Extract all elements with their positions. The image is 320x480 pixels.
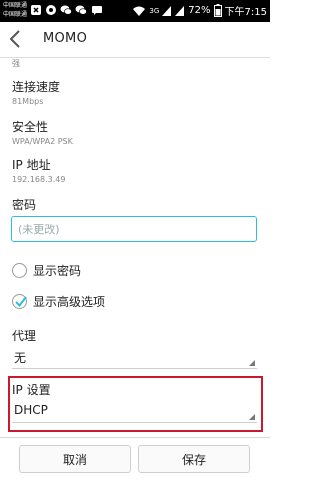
show-advanced-label: 显示高级选项 [33, 295, 106, 309]
password-input[interactable] [12, 217, 256, 241]
password-label: 密码 [12, 198, 37, 212]
ip-address-value: 192.168.3.49 [12, 175, 66, 184]
back-arrow-icon[interactable] [8, 29, 22, 49]
clock: 下午7:15 [224, 7, 267, 18]
notification-icon [46, 5, 56, 15]
status-right: 3G 72% 下午7:15 [132, 3, 267, 18]
status-bar: 中国联通 中国联通 3G 72% 下午7:15 [0, 0, 270, 22]
link-speed-label: 连接速度 [12, 80, 61, 94]
wechat-icon [60, 5, 72, 15]
action-bar: MOMO [0, 22, 270, 58]
carrier-1: 中国联通 [3, 2, 28, 9]
link-speed-value: 81Mbps [12, 97, 44, 106]
show-password-checkbox[interactable]: 显示密码 [12, 262, 81, 279]
dropdown-corner-icon [249, 360, 255, 366]
usb-icon [31, 5, 41, 15]
battery-percent: 72% [188, 5, 211, 16]
security-value: WPA/WPA2 PSK [12, 137, 73, 146]
network-type: 3G [149, 6, 160, 15]
signal-strength-value: 强 [12, 59, 20, 68]
carrier-labels: 中国联通 中国联通 [3, 1, 27, 19]
signal-icon [162, 5, 172, 16]
message-icon [92, 6, 102, 15]
password-field[interactable] [11, 216, 257, 242]
ip-address-label: IP 地址 [12, 158, 51, 172]
button-bar: 取消 保存 [0, 437, 270, 480]
wechat-icon-2 [75, 5, 87, 15]
ip-settings-selected-value: DHCP [14, 403, 48, 417]
show-password-label: 显示密码 [33, 264, 82, 278]
proxy-label: 代理 [12, 329, 37, 343]
show-advanced-checkbox[interactable]: 显示高级选项 [12, 293, 105, 310]
carrier-2: 中国联通 [3, 11, 28, 18]
wifi-icon [133, 6, 146, 16]
security-label: 安全性 [12, 120, 49, 134]
cancel-button[interactable]: 取消 [19, 445, 131, 473]
proxy-selected-value: 无 [14, 351, 27, 365]
dropdown-corner-icon [249, 414, 255, 420]
page-title: MOMO [43, 31, 88, 46]
checkbox-unchecked-icon[interactable] [12, 263, 27, 278]
proxy-dropdown[interactable]: 无 [12, 346, 257, 369]
ip-settings-dropdown[interactable]: DHCP [12, 400, 257, 423]
battery-icon [213, 4, 222, 17]
signal-icon-2 [175, 5, 185, 16]
save-button[interactable]: 保存 [138, 445, 250, 473]
ip-settings-label: IP 设置 [12, 383, 51, 397]
checkbox-checked-icon[interactable] [12, 294, 27, 309]
